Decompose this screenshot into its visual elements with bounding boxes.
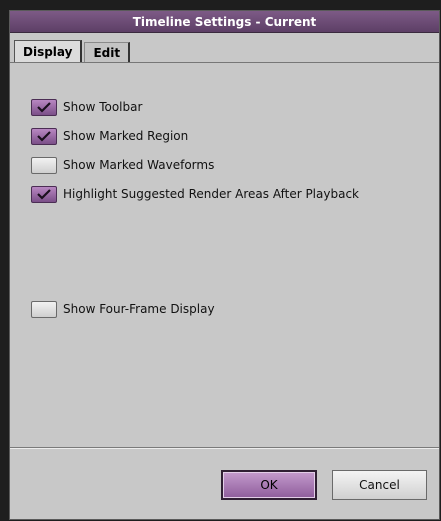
option-show-marked-waveforms[interactable]: Show Marked Waveforms [31,155,214,175]
button-divider-highlight [10,448,439,449]
checkmark-icon [37,101,51,113]
settings-window: Timeline Settings - Current Display Edit… [9,10,440,520]
checkbox-show-marked-waveforms[interactable] [31,156,57,174]
ok-button[interactable]: OK [221,470,317,500]
option-highlight-render-areas[interactable]: Highlight Suggested Render Areas After P… [31,184,359,204]
option-label: Show Toolbar [63,100,143,114]
checkmark-icon [37,130,51,142]
checkbox-show-toolbar[interactable] [31,98,57,116]
window-title: Timeline Settings - Current [132,14,317,29]
option-label: Show Four-Frame Display [63,302,215,316]
option-show-marked-region[interactable]: Show Marked Region [31,126,188,146]
display-panel: Show Toolbar Show Marked Region Show Mar… [10,62,439,448]
option-show-four-frame-display[interactable]: Show Four-Frame Display [31,299,215,319]
tab-display[interactable]: Display [14,40,83,62]
option-show-toolbar[interactable]: Show Toolbar [31,97,142,117]
option-label: Show Marked Region [63,129,189,143]
checkmark-icon [37,188,51,200]
window-titlebar[interactable]: Timeline Settings - Current [10,11,439,33]
option-label: Show Marked Waveforms [63,158,215,172]
checkbox-show-marked-region[interactable] [31,127,57,145]
tab-bar: Display Edit [14,40,132,62]
cancel-button[interactable]: Cancel [332,470,427,500]
tab-edit[interactable]: Edit [84,42,131,62]
ok-button-label: OK [260,478,278,492]
option-label: Highlight Suggested Render Areas After P… [63,187,359,201]
checkbox-show-four-frame-display[interactable] [31,300,57,318]
checkbox-highlight-render-areas[interactable] [31,185,57,203]
cancel-button-label: Cancel [359,478,400,492]
tab-display-label: Display [23,44,73,59]
tab-edit-label: Edit [93,45,121,60]
